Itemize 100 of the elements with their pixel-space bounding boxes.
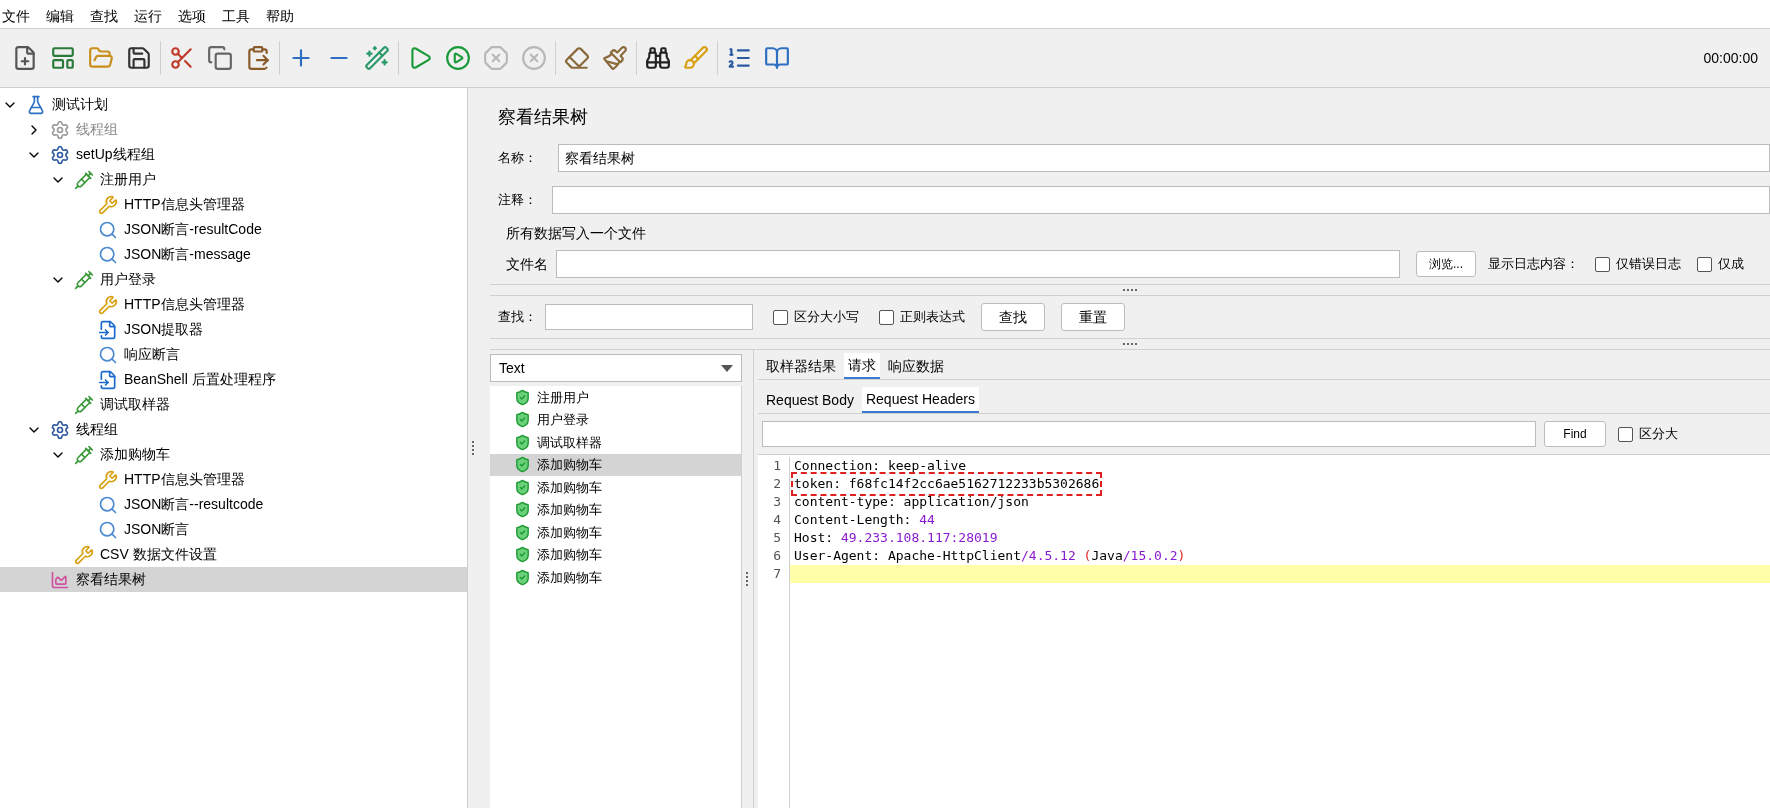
menu-item[interactable]: 工具 (220, 5, 252, 27)
tree-item[interactable]: JSON断言--resultcode (0, 492, 467, 517)
find-button[interactable]: Find (1544, 421, 1606, 447)
tree-item[interactable]: HTTP信息头管理器 (0, 292, 467, 317)
tree-item[interactable]: 响应断言 (0, 342, 467, 367)
tree-item[interactable]: 用户登录 (0, 267, 467, 292)
panel-title: 察看结果树 (498, 106, 589, 129)
tree-item[interactable]: JSON断言 (0, 517, 467, 542)
wrench-icon (74, 544, 94, 565)
magnifier-icon (98, 244, 118, 265)
splitter-grip-icon[interactable] (746, 572, 749, 586)
tree-item[interactable]: setUp线程组 (0, 142, 467, 167)
gear-icon (50, 144, 70, 165)
splitter-grip-icon[interactable] (1123, 342, 1137, 346)
menu-item[interactable]: 文件 (0, 5, 32, 27)
code-line: User-Agent: Apache-HttpClient/4.5.12 (Java/15.0.2) (794, 547, 1186, 565)
sample-result-item[interactable]: 调试取样器 (490, 431, 741, 454)
line-number: 6 (772, 547, 782, 565)
menu-item[interactable]: 帮助 (264, 5, 296, 27)
checkbox-label: 正则表达式 (900, 308, 965, 327)
magnifier-icon (98, 494, 118, 515)
result-tab[interactable]: 请求 (844, 353, 880, 379)
elapsed-timer: 00:00:00 (1703, 48, 1758, 68)
reset-button[interactable]: 重置 (1061, 303, 1125, 331)
gear-icon (50, 419, 70, 440)
tree-item[interactable]: 察看结果树 (0, 567, 467, 592)
line-number: 7 (772, 565, 782, 583)
result-tab[interactable]: 响应数据 (884, 353, 948, 379)
arrow-page-icon (98, 319, 118, 340)
browse-button[interactable]: 浏览... (1416, 251, 1476, 277)
dropdown-arrow-icon (721, 364, 733, 372)
menu-item[interactable]: 运行 (132, 5, 164, 27)
log-content-label: 显示日志内容： (1488, 255, 1579, 274)
search-field[interactable] (545, 304, 753, 330)
sample-result-item[interactable]: 添加购物车 (490, 566, 741, 589)
checkbox[interactable] (1595, 256, 1610, 272)
group-title: 所有数据写入一个文件 (506, 224, 647, 243)
pipette-icon (74, 444, 94, 465)
success-shield-icon (514, 501, 531, 519)
sample-result-item[interactable]: 添加购物车 (490, 476, 741, 499)
tree-item[interactable]: CSV 数据文件设置 (0, 542, 467, 567)
checkbox[interactable] (773, 309, 788, 325)
filename-label: 文件名 (506, 254, 548, 274)
magnifier-icon (98, 519, 118, 540)
request-tab[interactable]: Request Body (762, 387, 858, 413)
request-tab[interactable]: Request Headers (861, 387, 979, 413)
tree-item[interactable]: JSON断言-message (0, 242, 467, 267)
sample-result-item[interactable]: 用户登录 (490, 408, 741, 431)
name-field[interactable]: 察看结果树 (558, 144, 1770, 172)
checkbox[interactable] (1697, 256, 1712, 272)
comment-field[interactable] (552, 186, 1770, 214)
sample-result-item[interactable]: 添加购物车 (490, 498, 741, 521)
magnifier-icon (98, 344, 118, 365)
success-shield-icon (514, 456, 531, 474)
splitter-grip-icon[interactable] (1123, 288, 1137, 292)
line-number: 5 (772, 529, 782, 547)
menu-item[interactable]: 选项 (176, 5, 208, 27)
checkbox-label: 仅成 (1718, 255, 1744, 274)
find-button[interactable]: 查找 (981, 303, 1045, 331)
success-shield-icon (514, 478, 531, 496)
checkbox[interactable] (1618, 426, 1633, 442)
menu-item[interactable]: 查找 (88, 5, 120, 27)
name-label: 名称： (498, 149, 538, 168)
sample-result-item[interactable]: 注册用户 (490, 386, 741, 409)
arrow-page-icon (98, 369, 118, 390)
code-line: Content-Length: 44 (794, 511, 935, 529)
line-number: 2 (772, 475, 782, 493)
flask-icon (26, 94, 46, 115)
tree-item[interactable]: 线程组 (0, 417, 467, 442)
find-field[interactable] (762, 421, 1536, 447)
success-shield-icon (514, 568, 531, 586)
tree-item[interactable]: 添加购物车 (0, 442, 467, 467)
pipette-icon (74, 269, 94, 290)
line-number: 4 (772, 511, 782, 529)
pipette-icon (74, 169, 94, 190)
menu-item[interactable]: 编辑 (44, 5, 76, 27)
comment-label: 注释： (498, 191, 538, 210)
code-line: Host: 49.233.108.117:28019 (794, 529, 998, 547)
checkbox-label: 区分大小写 (794, 308, 859, 327)
tree-item[interactable]: 调试取样器 (0, 392, 467, 417)
splitter-grip-icon[interactable] (471, 441, 475, 455)
gear-icon (50, 119, 70, 140)
renderer-dropdown[interactable]: Text (490, 354, 742, 382)
tree-item[interactable]: BeanShell 后置处理程序 (0, 367, 467, 392)
success-shield-icon (514, 546, 531, 564)
success-shield-icon (514, 388, 531, 406)
tree-item[interactable]: HTTP信息头管理器 (0, 192, 467, 217)
filename-field[interactable] (556, 250, 1400, 278)
chart-icon (50, 569, 70, 590)
sample-result-item[interactable]: 添加购物车 (490, 521, 741, 544)
sample-result-item[interactable]: 添加购物车 (490, 453, 741, 476)
checkbox[interactable] (879, 309, 894, 325)
sample-result-item[interactable]: 添加购物车 (490, 543, 741, 566)
wrench-icon (98, 194, 118, 215)
tree-item[interactable]: HTTP信息头管理器 (0, 467, 467, 492)
tree-item[interactable]: 注册用户 (0, 167, 467, 192)
tree-item[interactable]: JSON提取器 (0, 317, 467, 342)
result-tab[interactable]: 取样器结果 (762, 353, 840, 379)
tree-item[interactable]: JSON断言-resultCode (0, 217, 467, 242)
tree-item[interactable]: 测试计划 (0, 92, 467, 117)
